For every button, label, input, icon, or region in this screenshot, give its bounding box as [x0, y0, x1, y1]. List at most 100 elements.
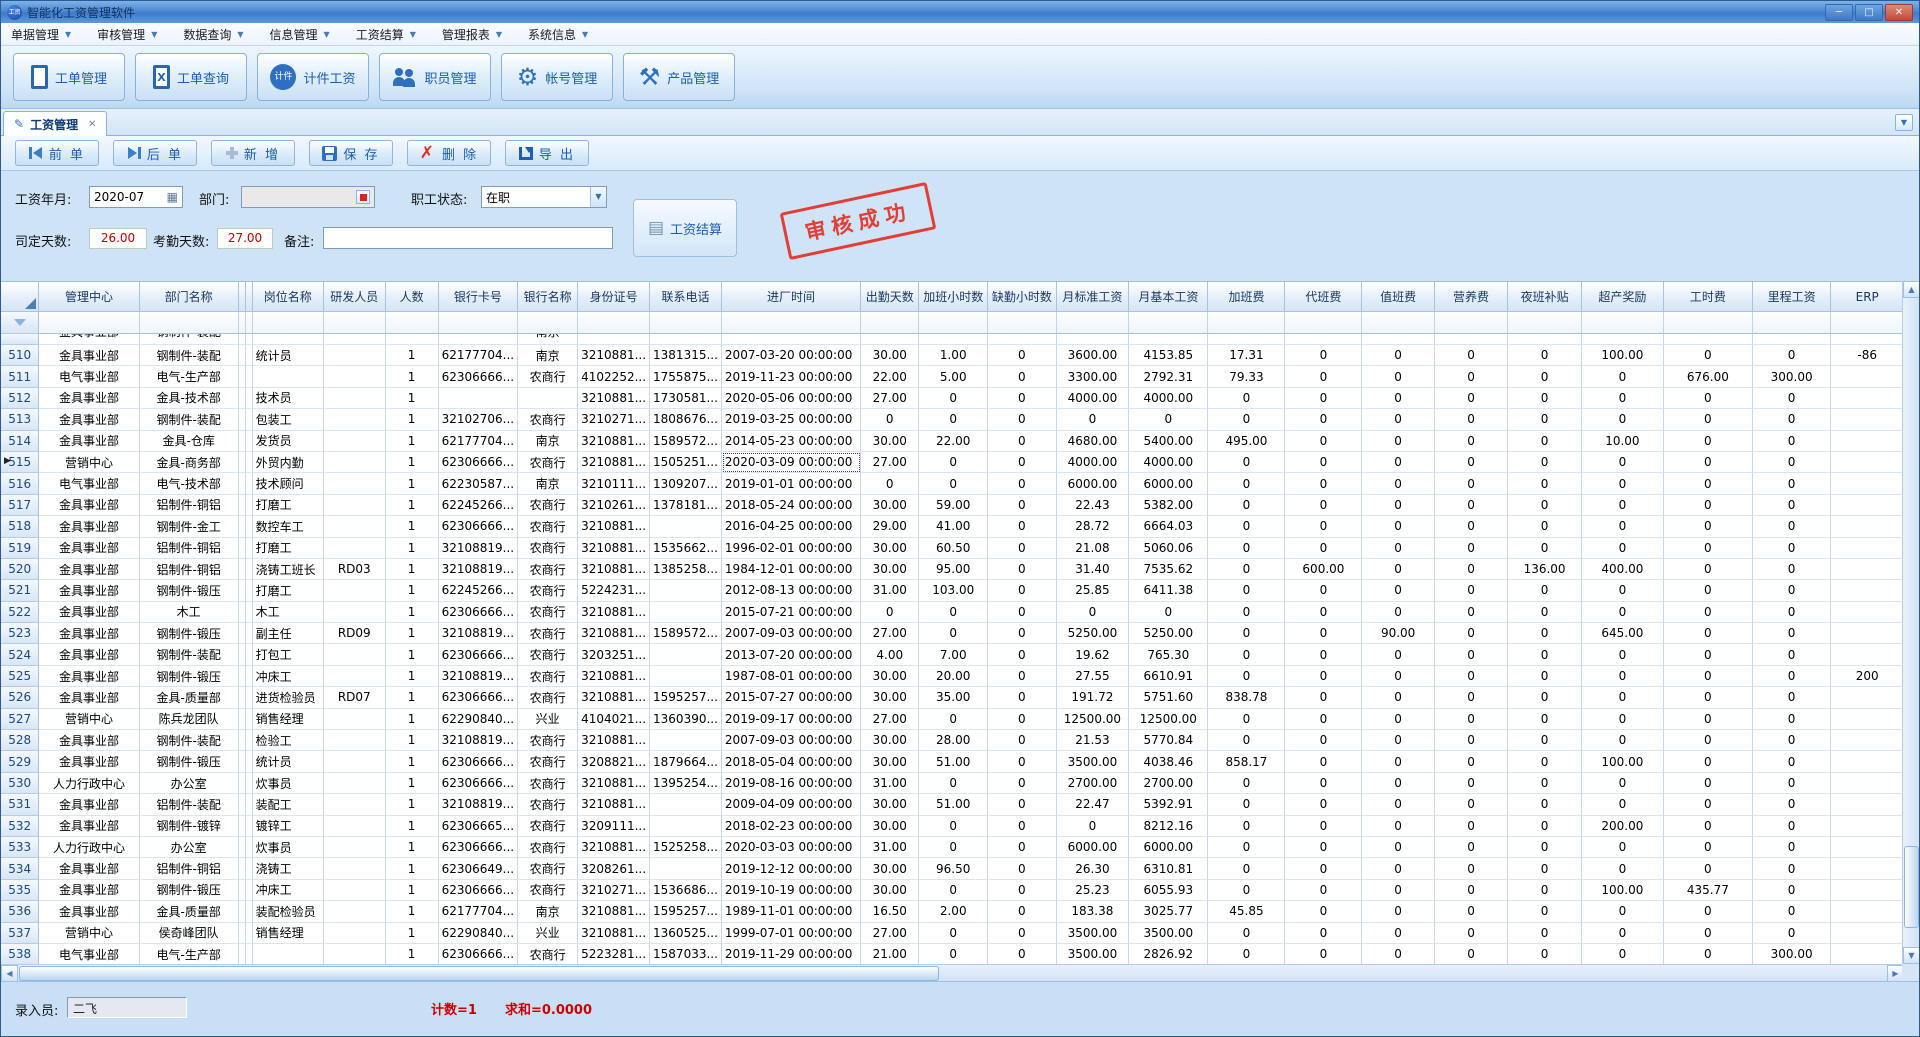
cell[interactable]: 21.00 — [861, 944, 919, 964]
cell[interactable]: 铝制件-铜铝 — [140, 858, 239, 879]
cell[interactable]: 0 — [1362, 944, 1434, 964]
row-number-cell[interactable]: 526 — [1, 687, 39, 708]
cell[interactable]: 0 — [1057, 409, 1130, 430]
cell[interactable]: 0 — [1435, 580, 1508, 601]
delete-button[interactable]: ✗删 除 — [407, 140, 491, 166]
cell[interactable]: 30.00 — [861, 816, 919, 837]
cell[interactable]: 0 — [1582, 687, 1664, 708]
cell[interactable]: 4102252... — [578, 366, 650, 387]
cell[interactable] — [1753, 334, 1832, 345]
cell[interactable] — [239, 495, 246, 516]
cell[interactable]: 打磨工 — [253, 580, 324, 601]
salary-month-input[interactable]: 2020-07 ▦ — [89, 186, 183, 208]
cell[interactable]: 0 — [1129, 602, 1208, 623]
cell[interactable]: 0 — [1508, 858, 1582, 879]
cell[interactable]: 31.00 — [861, 773, 919, 794]
menu-system-info[interactable]: 系统信息▼ — [528, 26, 588, 43]
cell[interactable] — [650, 730, 722, 751]
cell[interactable]: 镀锌工 — [253, 816, 324, 837]
cell[interactable] — [1831, 730, 1904, 751]
column-header[interactable]: 月基本工资 — [1129, 282, 1208, 312]
cell[interactable]: 装配检验员 — [253, 901, 324, 922]
cell[interactable]: 2016-04-25 00:00:00 — [722, 516, 861, 537]
cell[interactable]: 1360390... — [650, 709, 722, 730]
piecework-salary-button[interactable]: 计件计件工资 — [257, 53, 369, 101]
cell[interactable]: 1 — [386, 816, 439, 837]
cell[interactable]: 0 — [1664, 816, 1753, 837]
cell[interactable]: 0 — [1753, 880, 1832, 901]
cell[interactable]: 0 — [1362, 559, 1434, 580]
cell[interactable]: 3208821... — [578, 751, 650, 772]
cell[interactable]: 2015-07-21 00:00:00 — [722, 602, 861, 623]
cell[interactable]: 0 — [1664, 452, 1753, 473]
account-mgmt-button[interactable]: ⚙帐号管理 — [501, 53, 613, 101]
cell[interactable]: 5223281... — [578, 944, 650, 964]
cell[interactable]: 62290840... — [439, 923, 519, 944]
cell[interactable]: 200.00 — [1582, 816, 1664, 837]
vertical-scroll-thumb[interactable] — [1904, 846, 1919, 928]
cell[interactable]: 2019-09-17 00:00:00 — [722, 709, 861, 730]
cell[interactable]: 0 — [1508, 495, 1582, 516]
cell[interactable] — [1057, 334, 1130, 345]
cell[interactable]: 5060.06 — [1129, 538, 1208, 559]
cell[interactable]: 31.00 — [861, 580, 919, 601]
row-number-cell[interactable]: 538 — [1, 944, 39, 964]
cell[interactable]: 30.00 — [861, 559, 919, 580]
cell[interactable]: 0 — [988, 602, 1057, 623]
cell[interactable]: RD09 — [324, 623, 386, 644]
cell[interactable]: 0 — [1208, 837, 1285, 858]
cell[interactable] — [1582, 334, 1664, 345]
cell[interactable] — [1831, 580, 1904, 601]
add-button[interactable]: 新 增 — [211, 140, 295, 166]
cell[interactable]: 兴业 — [518, 923, 578, 944]
cell[interactable]: 0 — [1285, 794, 1362, 815]
cell[interactable]: 钢制件-装配 — [140, 644, 239, 665]
cell[interactable] — [1831, 473, 1904, 494]
cell[interactable]: 0 — [919, 837, 988, 858]
cell[interactable]: 5770.84 — [1129, 730, 1208, 751]
cell[interactable] — [239, 580, 246, 601]
cell[interactable]: 0 — [988, 730, 1057, 751]
cell[interactable]: 金具事业部 — [39, 345, 139, 366]
cell[interactable]: 0 — [1208, 409, 1285, 430]
cell[interactable]: 1525258... — [650, 837, 722, 858]
cell[interactable]: 6000.00 — [1057, 837, 1130, 858]
cell[interactable]: 0 — [1753, 666, 1832, 687]
cell[interactable]: 0 — [1508, 644, 1582, 665]
cell[interactable]: 32108819... — [439, 730, 519, 751]
cell[interactable]: 侯奇峰团队 — [140, 923, 239, 944]
cell[interactable]: 2020-03-03 00:00:00 — [722, 837, 861, 858]
cell[interactable] — [246, 431, 253, 452]
cell[interactable] — [861, 334, 919, 345]
cell[interactable]: 0 — [1435, 751, 1508, 772]
row-number-cell[interactable]: 524 — [1, 644, 39, 665]
cell[interactable]: 0 — [1208, 944, 1285, 964]
cell[interactable] — [239, 538, 246, 559]
cell[interactable]: 0 — [1435, 559, 1508, 580]
scroll-left-icon[interactable]: ◀ — [1, 965, 18, 982]
cell[interactable]: 0 — [1753, 495, 1832, 516]
cell[interactable]: 钢制件-镀锌 — [140, 816, 239, 837]
cell[interactable]: 0 — [1664, 345, 1753, 366]
cell[interactable] — [239, 559, 246, 580]
cell[interactable] — [324, 580, 386, 601]
cell[interactable]: 62306666... — [439, 602, 519, 623]
cell[interactable] — [324, 602, 386, 623]
column-header[interactable]: 联系电话 — [650, 282, 722, 312]
cell[interactable]: 南京 — [518, 901, 578, 922]
cell[interactable]: 3210881... — [578, 602, 650, 623]
cell[interactable]: 0 — [1362, 858, 1434, 879]
tab-close-icon[interactable]: ✕ — [88, 119, 96, 130]
cell[interactable] — [650, 858, 722, 879]
cell[interactable] — [1831, 366, 1904, 387]
cell[interactable]: 495.00 — [1208, 431, 1285, 452]
cell[interactable]: 300.00 — [1753, 366, 1832, 387]
cell[interactable]: 5250.00 — [1057, 623, 1130, 644]
cell[interactable]: 0 — [1508, 602, 1582, 623]
cell[interactable]: 1 — [386, 516, 439, 537]
cell[interactable] — [239, 473, 246, 494]
column-header[interactable]: 银行卡号 — [439, 282, 519, 312]
cell[interactable]: 0 — [1208, 538, 1285, 559]
cell[interactable]: 62230587... — [439, 473, 519, 494]
cell[interactable]: 0 — [1285, 495, 1362, 516]
